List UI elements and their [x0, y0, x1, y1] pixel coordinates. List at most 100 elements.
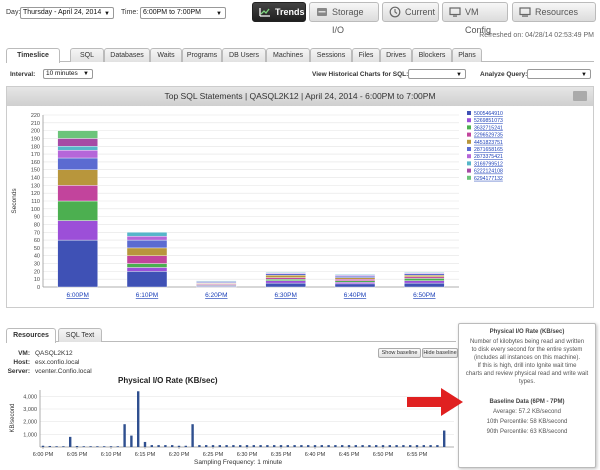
- tab-files[interactable]: Files: [352, 48, 380, 62]
- io-bar: [279, 445, 283, 447]
- y-tick-label: 80: [34, 222, 40, 228]
- time-select[interactable]: 6:00PM to 7:00PM ▼: [140, 7, 226, 19]
- bar-segment: [57, 157, 98, 170]
- io-bar: [150, 445, 153, 447]
- y-tick-label: 190: [31, 136, 40, 142]
- y-tick-label: 3,000: [23, 407, 37, 413]
- bar-segment: [126, 267, 168, 272]
- tab-sql[interactable]: SQL: [70, 48, 104, 62]
- tooltip-average: Average: 57.2 KB/second: [493, 409, 561, 415]
- legend-entry: 4451823751: [474, 140, 503, 146]
- nav-storage-label: Storage I/O: [332, 7, 364, 35]
- bar-segment: [404, 273, 445, 276]
- chevron-down-icon: ▼: [216, 11, 222, 17]
- io-bar: [252, 445, 255, 447]
- nav-trends-button[interactable]: Trends: [252, 2, 306, 22]
- top-toolbar: Day: Thursday - April 24, 2014 ▼ Time: 6…: [0, 0, 600, 35]
- y-tick-label: 4,000: [23, 394, 37, 400]
- bar-segment: [334, 278, 376, 281]
- io-bar: [341, 445, 344, 447]
- io-bar: [103, 446, 106, 447]
- y-tick-label: 60: [34, 238, 40, 244]
- top-sql-chart: Seconds010203040506070809010011012013014…: [11, 111, 503, 299]
- io-bar: [293, 445, 296, 447]
- clock-icon: [389, 6, 401, 18]
- interval-select[interactable]: 10 minutes ▼: [43, 69, 93, 79]
- bar-segment: [126, 232, 168, 237]
- io-bar: [218, 445, 221, 447]
- tab-resources[interactable]: Resources: [6, 328, 56, 343]
- y-tick-label: 180: [31, 144, 40, 150]
- io-bar: [320, 445, 323, 447]
- legend-entry: 6294177132: [474, 176, 503, 182]
- analyze-query-select[interactable]: ▼: [527, 69, 591, 79]
- tooltip-desc-line: types.: [518, 379, 535, 385]
- tab-sessions[interactable]: Sessions: [310, 48, 352, 62]
- tab-sql-text[interactable]: SQL Text: [58, 328, 102, 342]
- io-bar: [409, 445, 412, 447]
- y-tick-label: 90: [34, 215, 40, 221]
- bar-segment: [196, 280, 237, 282]
- tab-blockers[interactable]: Blockers: [412, 48, 452, 62]
- io-bar: [334, 445, 337, 447]
- interval-select-value: 10 minutes: [46, 70, 78, 77]
- tab-programs[interactable]: Programs: [182, 48, 222, 62]
- tab-waits[interactable]: Waits: [150, 48, 182, 62]
- monitor-icon: [449, 7, 461, 17]
- io-bar: [375, 445, 378, 447]
- io-bar: [429, 445, 432, 447]
- tab-timeslice[interactable]: Timeslice: [6, 48, 60, 63]
- x-tick-label: 6:25 PM: [203, 452, 224, 458]
- bar-segment: [334, 283, 376, 288]
- tab-databases[interactable]: Databases: [104, 48, 150, 62]
- y-tick-label: 140: [31, 176, 40, 182]
- y-tick-label: 120: [31, 191, 40, 197]
- io-bar: [245, 445, 249, 447]
- historical-sql-select[interactable]: ▼: [408, 69, 466, 79]
- tab-machines[interactable]: Machines: [266, 48, 310, 62]
- io-bar: [191, 424, 194, 447]
- io-bar: [171, 445, 174, 447]
- show-baseline-button[interactable]: Show baseline: [378, 348, 421, 358]
- chevron-down-icon: ▼: [83, 71, 89, 77]
- chevron-down-icon: ▼: [104, 11, 110, 17]
- x-tick-label: 6:45 PM: [339, 452, 360, 458]
- tab-db-users[interactable]: DB Users: [222, 48, 266, 62]
- io-bar: [177, 445, 181, 447]
- tab-drives[interactable]: Drives: [380, 48, 412, 62]
- io-rate-chart: KB/second 1,000 2,000 3,000 4,000 6:00 PM 6:05…: [10, 390, 454, 458]
- nav-vmconfig-button[interactable]: VM Config: [442, 2, 508, 35]
- main-tab-bar: Timeslice SQL Databases Waits Programs D…: [6, 48, 594, 63]
- hide-baseline-button[interactable]: Hide baseline: [422, 348, 458, 358]
- host-value: esx.confio.local: [35, 359, 80, 366]
- host-label: Host:: [13, 359, 30, 366]
- legend-entry: 6222124108: [474, 169, 503, 175]
- bar-segment: [126, 255, 168, 264]
- io-bar: [354, 445, 357, 447]
- io-bar: [89, 446, 92, 447]
- legend-entry: 2871658165: [474, 147, 503, 153]
- y-tick-label: 160: [31, 160, 40, 166]
- io-bar: [300, 445, 303, 447]
- chevron-down-icon: ▼: [581, 72, 587, 78]
- nav-resources-button[interactable]: Resources: [512, 2, 596, 22]
- io-bar: [415, 445, 419, 447]
- x-tick-label: 6:55 PM: [407, 452, 428, 458]
- nav-storage-button[interactable]: Storage I/O: [309, 2, 379, 35]
- bar-segment: [265, 280, 306, 284]
- x-tick-label: 6:20PM: [205, 292, 227, 299]
- io-bar: [116, 446, 119, 447]
- export-icon[interactable]: [573, 91, 587, 101]
- tab-plans[interactable]: Plans: [452, 48, 482, 62]
- io-bar: [184, 445, 187, 447]
- io-bar: [436, 445, 439, 447]
- legend-swatch: [467, 139, 471, 144]
- y-tick-label: 110: [31, 199, 40, 205]
- y-axis-label: KB/second: [10, 403, 16, 432]
- bar-segment: [57, 149, 98, 159]
- day-select[interactable]: Thursday - April 24, 2014 ▼: [20, 7, 114, 19]
- bar-segment: [57, 130, 98, 139]
- io-bar: [361, 445, 364, 447]
- nav-current-button[interactable]: Current: [382, 2, 439, 22]
- trends-icon: [259, 8, 270, 17]
